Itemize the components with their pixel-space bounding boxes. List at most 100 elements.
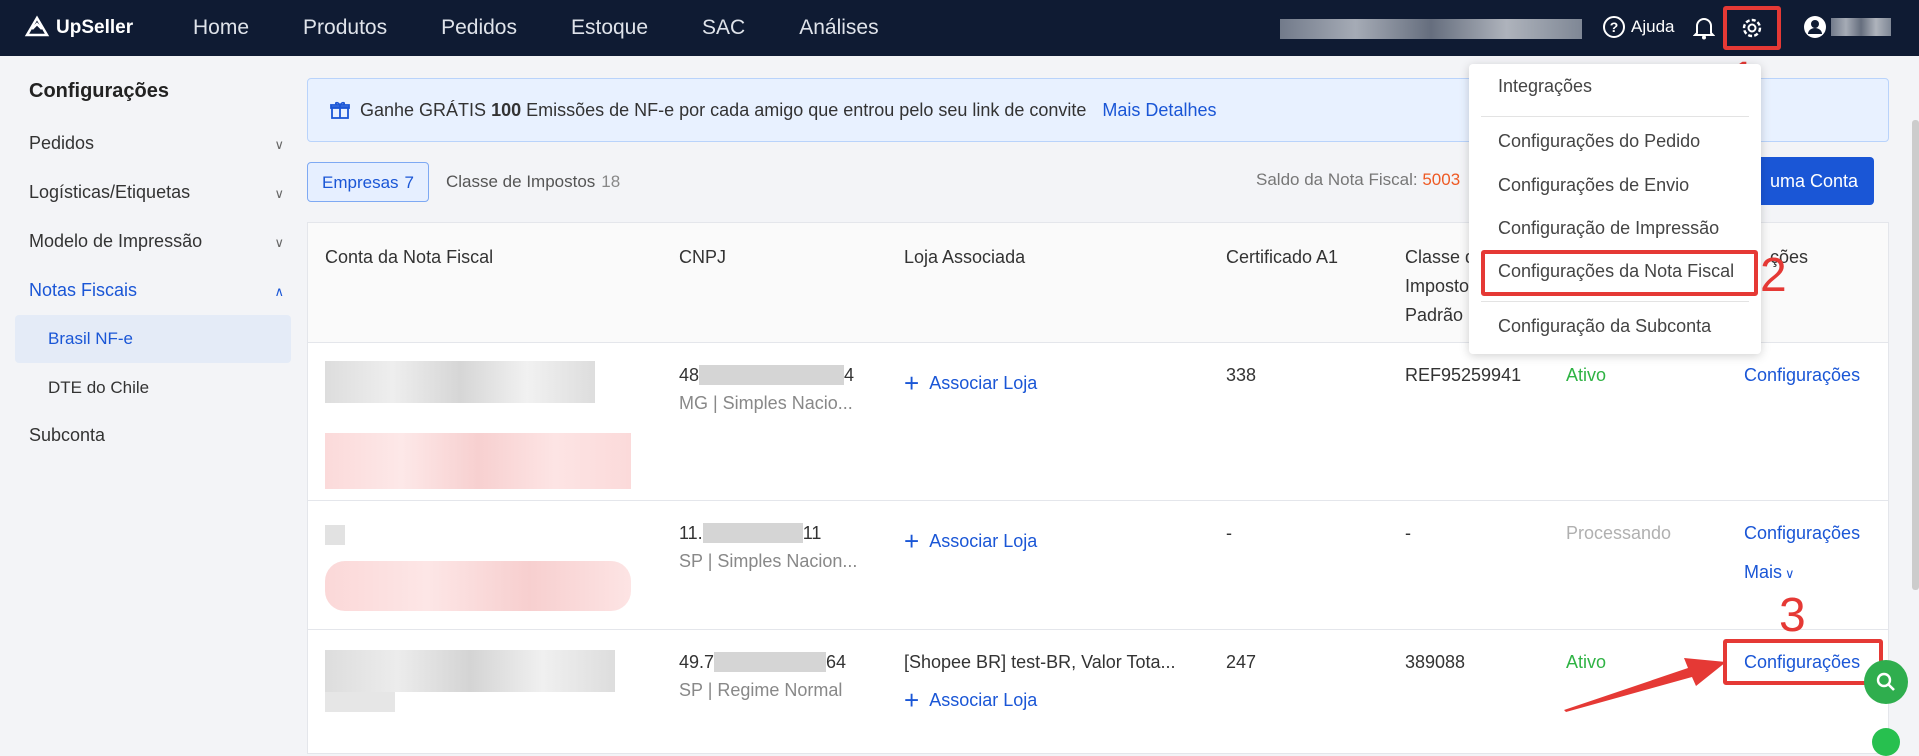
search-fab[interactable] bbox=[1864, 660, 1908, 704]
sidebar-item-label: Pedidos bbox=[29, 133, 95, 153]
associated-store-text: [Shopee BR] test-BR, Valor Tota... bbox=[904, 652, 1176, 672]
col-cnpj: CNPJ bbox=[679, 247, 727, 267]
regime-text: MG | Simples Nacio... bbox=[679, 393, 853, 413]
chevron-down-icon: ∨ bbox=[274, 186, 284, 201]
menu-item-config-impressao[interactable]: Configuração de Impressão bbox=[1498, 218, 1719, 239]
nav-sac[interactable]: SAC bbox=[702, 16, 745, 40]
sidebar-item-label: Logísticas/Etiquetas bbox=[29, 182, 191, 202]
sidebar-subitem-label: DTE do Chile bbox=[48, 378, 150, 397]
cnpj-start: 11. bbox=[679, 523, 703, 543]
saldo-value: 5003 bbox=[1422, 170, 1461, 189]
more-dropdown[interactable]: Mais ∨ bbox=[1744, 558, 1795, 588]
chevron-down-icon: ∨ bbox=[1785, 566, 1795, 581]
settings-sidebar: Configurações Pedidos ∨ Logísticas/Etiqu… bbox=[0, 56, 300, 754]
banner-text-post: Emissões de NF-e por cada amigo que entr… bbox=[526, 99, 1087, 120]
user-menu[interactable] bbox=[1803, 15, 1891, 39]
help-icon: ? bbox=[1603, 16, 1625, 38]
nav-produtos[interactable]: Produtos bbox=[303, 16, 387, 40]
sidebar-item-pedidos[interactable]: Pedidos ∨ bbox=[29, 133, 284, 154]
menu-item-config-subconta[interactable]: Configuração da Subconta bbox=[1498, 316, 1711, 337]
annotation-number-3: 3 bbox=[1779, 589, 1806, 642]
tab-classe-impostos[interactable]: Classe de Impostos 18 bbox=[432, 162, 634, 202]
sidebar-item-modelo-impressao[interactable]: Modelo de Impressão ∨ bbox=[29, 231, 284, 252]
col-certificado: Certificado A1 bbox=[1226, 247, 1339, 267]
cert-cell: - bbox=[1226, 523, 1232, 543]
associate-store-link[interactable]: + Associar Loja bbox=[904, 527, 1037, 555]
help-link[interactable]: ? Ajuda bbox=[1603, 16, 1674, 38]
plus-icon: + bbox=[904, 526, 920, 556]
tab-label: Empresas bbox=[322, 173, 399, 192]
sidebar-subitem-brasil-nfe[interactable]: Brasil NF-e bbox=[15, 315, 291, 363]
menu-divider bbox=[1481, 116, 1749, 117]
sidebar-item-notas-fiscais[interactable]: Notas Fiscais ∧ bbox=[29, 280, 284, 301]
classe-cell: REF95259941 bbox=[1405, 365, 1522, 385]
cnpj-end: 64 bbox=[826, 652, 847, 672]
redacted-account-detail bbox=[325, 433, 631, 489]
redacted-account-name bbox=[325, 361, 595, 403]
menu-divider bbox=[1481, 301, 1749, 302]
nav-analises[interactable]: Análises bbox=[799, 16, 878, 40]
regime-text: SP | Regime Normal bbox=[679, 680, 843, 700]
app-logo[interactable]: UpSeller bbox=[24, 15, 133, 41]
cert-cell: 247 bbox=[1226, 652, 1257, 672]
sidebar-subitem-label: Brasil NF-e bbox=[48, 329, 134, 348]
chevron-down-icon: ∨ bbox=[274, 235, 284, 250]
chevron-up-icon: ∧ bbox=[274, 284, 284, 299]
redacted-account-detail bbox=[325, 561, 631, 611]
tab-empresas[interactable]: Empresas 7 bbox=[307, 162, 429, 202]
scrollbar[interactable] bbox=[1912, 120, 1919, 590]
tab-count: 7 bbox=[404, 173, 414, 192]
redacted-cnpj bbox=[714, 652, 827, 672]
table-row: 48 4 MG | Simples Nacio... + Associar Loja… bbox=[308, 343, 1888, 501]
settings-dropdown-menu: Integrações Configurações do Pedido Conf… bbox=[1469, 64, 1761, 354]
menu-item-config-envio[interactable]: Configurações de Envio bbox=[1498, 175, 1689, 196]
app-name: UpSeller bbox=[56, 17, 134, 38]
menu-item-config-pedido[interactable]: Configurações do Pedido bbox=[1498, 131, 1700, 152]
associate-store-link[interactable]: + Associar Loja bbox=[904, 369, 1037, 397]
col-loja: Loja Associada bbox=[904, 247, 1026, 267]
nav-home[interactable]: Home bbox=[193, 16, 249, 40]
whatsapp-icon[interactable] bbox=[1872, 728, 1900, 756]
cnpj-end: 4 bbox=[844, 365, 855, 385]
nav-pedidos[interactable]: Pedidos bbox=[441, 16, 517, 40]
more-label: Mais bbox=[1744, 562, 1783, 582]
associate-label: Associar Loja bbox=[929, 690, 1038, 710]
saldo-nota-fiscal: Saldo da Nota Fiscal: 5003 bbox=[1256, 170, 1460, 190]
redacted-cnpj bbox=[699, 365, 845, 385]
highlight-gear bbox=[1723, 6, 1781, 50]
sidebar-item-logisticas[interactable]: Logísticas/Etiquetas ∨ bbox=[29, 182, 284, 203]
bell-icon[interactable] bbox=[1693, 16, 1715, 40]
sidebar-subitem-dte-chile[interactable]: DTE do Chile bbox=[15, 364, 291, 412]
cnpj-cell: 49.7 64 SP | Regime Normal bbox=[679, 648, 846, 704]
status-badge: Processando bbox=[1566, 523, 1672, 543]
redacted-account-name bbox=[325, 650, 615, 692]
row-config-link[interactable]: Configurações bbox=[1744, 519, 1860, 547]
banner-details-link[interactable]: Mais Detalhes bbox=[1102, 100, 1216, 121]
cnpj-cell: 11. 11 SP | Simples Nacion... bbox=[679, 519, 857, 575]
cert-cell: 338 bbox=[1226, 365, 1257, 385]
col-conta: Conta da Nota Fiscal bbox=[325, 247, 494, 267]
chevron-down-icon: ∨ bbox=[274, 137, 284, 152]
saldo-label: Saldo da Nota Fiscal: bbox=[1256, 170, 1418, 189]
table-row: 11. 11 SP | Simples Nacion... + Associar L… bbox=[308, 501, 1888, 630]
sidebar-item-label: Notas Fiscais bbox=[29, 280, 138, 300]
gift-icon bbox=[330, 101, 350, 119]
nav-estoque[interactable]: Estoque bbox=[571, 16, 648, 40]
menu-item-integracoes[interactable]: Integrações bbox=[1498, 76, 1592, 97]
sidebar-item-subconta[interactable]: Subconta bbox=[29, 425, 284, 446]
redacted-account-info bbox=[1280, 19, 1582, 39]
associate-store-link[interactable]: + Associar Loja bbox=[904, 686, 1037, 714]
redacted-account-name bbox=[325, 525, 345, 545]
classe-cell: 389088 bbox=[1405, 652, 1466, 672]
annotation-number-2: 2 bbox=[1760, 249, 1787, 302]
cnpj-start: 49.7 bbox=[679, 652, 715, 672]
regime-text: SP | Simples Nacion... bbox=[679, 551, 858, 571]
redacted-account-detail bbox=[325, 692, 395, 712]
row-config-link[interactable]: Configurações bbox=[1744, 361, 1860, 389]
highlight-row-config bbox=[1723, 639, 1883, 685]
sidebar-item-label: Modelo de Impressão bbox=[29, 231, 203, 251]
search-icon bbox=[1876, 672, 1895, 691]
tab-label: Classe de Impostos bbox=[446, 172, 596, 191]
cnpj-cell: 48 4 MG | Simples Nacio... bbox=[679, 361, 854, 417]
tab-count: 18 bbox=[601, 172, 621, 191]
